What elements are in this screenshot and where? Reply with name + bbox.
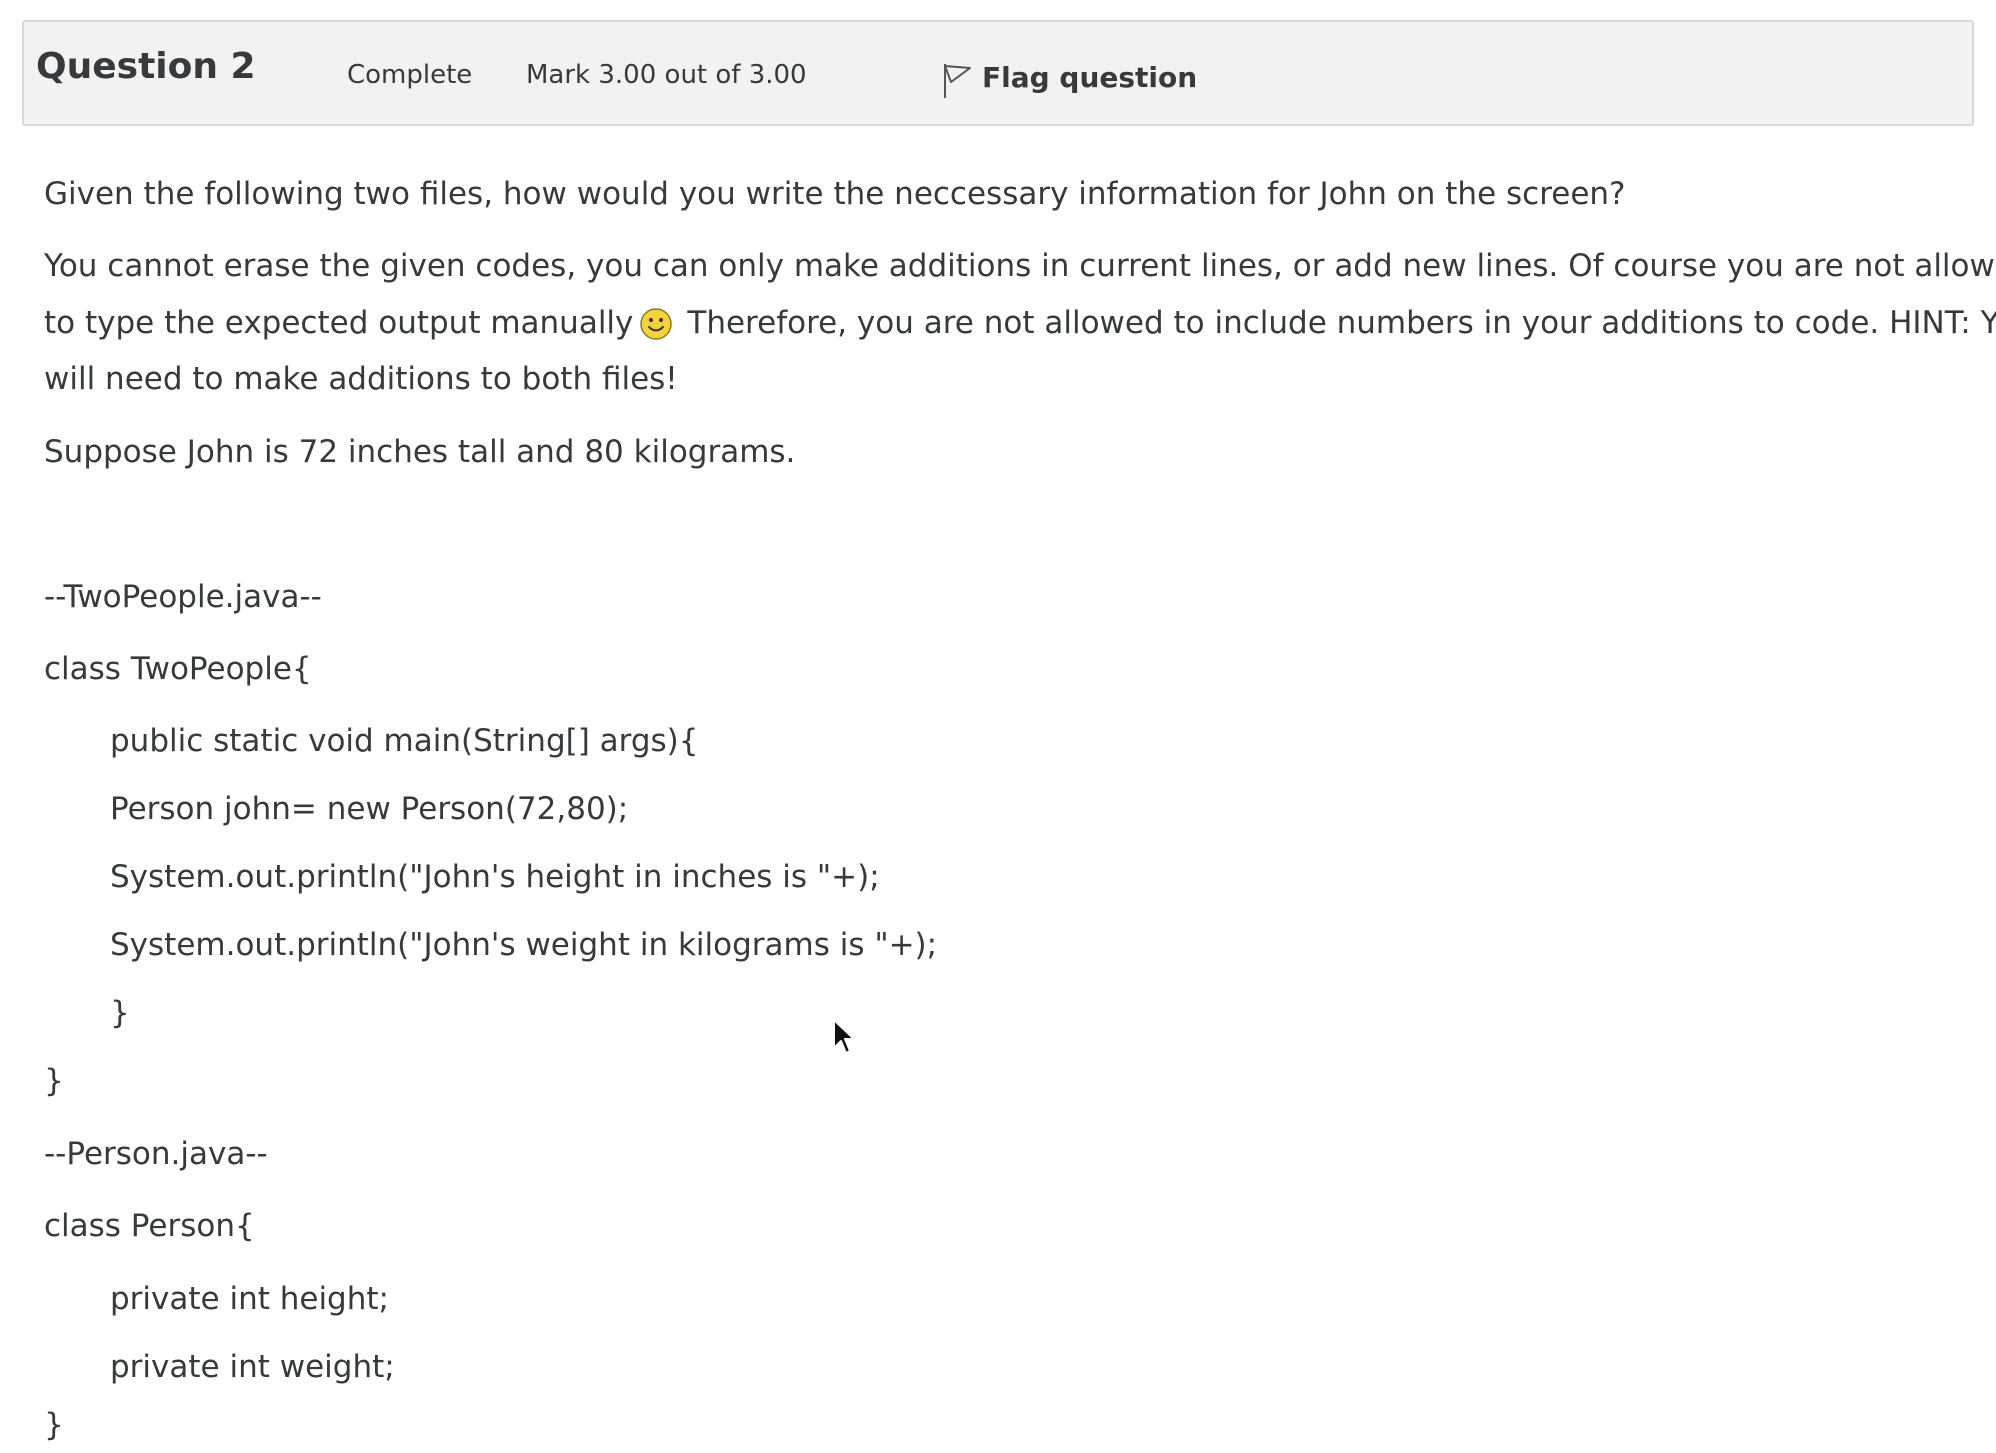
code-line: Person john= new Person(72,80);	[110, 791, 629, 827]
mouse-pointer-icon	[832, 1018, 856, 1058]
intro-paragraph: Given the following two files, how would…	[44, 176, 1626, 212]
smiley-emoji-icon	[639, 303, 673, 340]
code-line: private int weight;	[110, 1349, 395, 1385]
question-info-header: Question 2 Complete Mark 3.00 out of 3.0…	[22, 20, 1974, 126]
rules-paragraph-line-2-start: to type the expected output manually	[44, 305, 634, 341]
file-name-twopeople: --TwoPeople.java--	[44, 579, 322, 615]
code-line: System.out.println("John's height in inc…	[110, 859, 880, 895]
flag-icon	[940, 60, 974, 100]
question-state: Complete	[347, 60, 473, 90]
question-grade: Mark 3.00 out of 3.00	[526, 60, 807, 90]
scenario-paragraph: Suppose John is 72 inches tall and 80 ki…	[44, 434, 796, 470]
code-line: class Person{	[44, 1208, 255, 1244]
rules-paragraph-line-2-end: Therefore, you are not allowed to includ…	[687, 305, 1996, 341]
rules-paragraph-line-3: will need to make additions to both file…	[44, 361, 678, 397]
question-number: Question 2	[36, 46, 256, 87]
code-line: }	[44, 1063, 64, 1099]
code-line: }	[110, 995, 130, 1031]
flag-question-button[interactable]: Flag question	[940, 54, 1197, 100]
file-name-person: --Person.java--	[44, 1136, 268, 1172]
code-line: System.out.println("John's weight in kil…	[110, 927, 938, 963]
code-line: class TwoPeople{	[44, 651, 312, 687]
code-line: public static void main(String[] args){	[110, 723, 699, 759]
code-line: }	[44, 1407, 64, 1443]
rules-paragraph-line-2: to type the expected output manually Ther…	[44, 295, 1996, 351]
code-line: private int height;	[110, 1281, 389, 1317]
rules-paragraph-line-1: You cannot erase the given codes, you ca…	[44, 248, 1996, 284]
flag-question-label: Flag question	[982, 60, 1198, 94]
